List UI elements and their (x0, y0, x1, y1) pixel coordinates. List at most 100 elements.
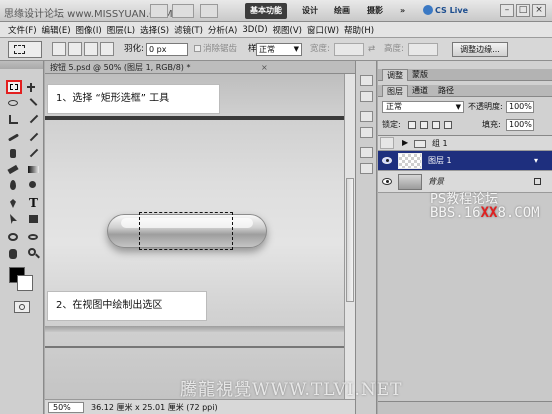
history-brush-tool[interactable] (26, 147, 42, 160)
crop-tool[interactable] (6, 113, 22, 126)
rectangular-marquee-tool[interactable] (6, 80, 22, 94)
arrange-documents-button[interactable] (200, 4, 218, 18)
gradient-tool[interactable] (26, 163, 42, 176)
hand-tool[interactable] (6, 247, 22, 260)
tab-masks[interactable]: 蒙版 (408, 69, 432, 81)
vertical-scrollbar[interactable] (344, 74, 355, 399)
close-button[interactable]: × (532, 4, 546, 17)
scrollbar-thumb[interactable] (346, 178, 354, 302)
path-selection-tool[interactable] (6, 213, 22, 226)
intersect-selection-button[interactable] (100, 42, 114, 56)
workspace-essentials[interactable]: 基本功能 (245, 3, 287, 19)
add-selection-button[interactable] (68, 42, 82, 56)
paragraph-icon[interactable] (360, 163, 373, 174)
screen-mode-button[interactable] (150, 4, 168, 18)
antialias-checkbox[interactable]: 消除锯齿 (194, 38, 237, 61)
zoom-tool[interactable] (26, 247, 42, 260)
swap-icon[interactable]: ⇄ (368, 38, 375, 61)
opacity-input[interactable]: 100% (506, 101, 534, 113)
character-icon[interactable] (360, 147, 373, 158)
blur-tool[interactable] (6, 179, 22, 192)
marquee-selection[interactable] (139, 212, 233, 250)
history-icon[interactable] (360, 75, 373, 86)
document-info[interactable]: 36.12 厘米 x 25.01 厘米 (72 ppi) (91, 400, 218, 414)
lock-all-icon[interactable] (444, 121, 452, 129)
layer-name: 图层 1 (428, 156, 452, 165)
menu-window[interactable]: 窗口(W) (307, 24, 339, 36)
workspace-more-button[interactable]: » (395, 3, 410, 19)
workspace-design[interactable]: 设计 (297, 3, 323, 19)
menu-file[interactable]: 文件(F) (8, 24, 37, 36)
pen-tool[interactable] (6, 197, 22, 210)
tab-adjustments[interactable]: 调整 (382, 69, 408, 81)
document-canvas[interactable]: 1、选择 “矩形选框” 工具 2、在视图中绘制出选区 (45, 74, 344, 399)
tool-preset-picker[interactable] (8, 41, 42, 58)
site-watermark: 思缘设计论坛 www.MISSYUAN.COM (4, 9, 173, 20)
collapsed-panel-dock (355, 61, 377, 414)
menu-edit[interactable]: 编辑(E) (42, 24, 71, 36)
dodge-tool[interactable] (26, 179, 42, 192)
actions-icon[interactable] (360, 91, 373, 102)
zoom-input[interactable]: 50% (48, 402, 84, 413)
tab-paths[interactable]: 路径 (434, 85, 458, 97)
3d-orbit-tool[interactable] (26, 231, 42, 244)
style-select[interactable]: 正常 ▼ (256, 43, 302, 56)
document-tab[interactable]: 按钮 5.psd @ 50% (图层 1, RGB/8) * × (45, 61, 355, 74)
move-tool[interactable] (26, 81, 42, 94)
styles-icon[interactable] (360, 127, 373, 138)
height-label: 高度: (384, 44, 404, 54)
eyedropper-tool[interactable] (26, 113, 42, 126)
watermark-bbs-suffix: 8.COM (497, 205, 540, 221)
width-input[interactable] (334, 43, 364, 56)
healing-brush-tool[interactable] (6, 131, 22, 144)
background-color-swatch[interactable] (17, 275, 33, 291)
maximize-button[interactable]: □ (516, 4, 530, 17)
minimize-button[interactable]: – (500, 4, 514, 17)
clone-stamp-tool[interactable] (6, 147, 22, 160)
expand-arrow-icon[interactable]: ▶ (402, 138, 408, 147)
new-selection-button[interactable] (52, 42, 66, 56)
visibility-toggle[interactable] (380, 137, 394, 149)
lock-transparency-icon[interactable] (408, 121, 416, 129)
menu-analysis[interactable]: 分析(A) (208, 24, 237, 36)
cs-live-button[interactable]: CS Live (423, 3, 475, 19)
eye-icon[interactable] (382, 157, 392, 164)
workspace-painting[interactable]: 绘画 (329, 3, 355, 19)
lock-position-icon[interactable] (432, 121, 440, 129)
quick-mask-button[interactable] (14, 301, 30, 313)
fill-input[interactable]: 100% (506, 119, 534, 131)
menu-3d[interactable]: 3D(D) (242, 25, 267, 35)
workspace-photography[interactable]: 摄影 (362, 3, 388, 19)
tools-panel-header[interactable] (0, 61, 43, 69)
lasso-tool[interactable] (6, 97, 22, 110)
eraser-tool[interactable] (6, 163, 22, 176)
lock-pixels-icon[interactable] (420, 121, 428, 129)
fx-icon[interactable]: ▾ (534, 151, 538, 171)
eye-icon[interactable] (382, 178, 392, 185)
height-input[interactable] (408, 43, 438, 56)
brush-tool[interactable] (26, 131, 42, 144)
refine-edge-button[interactable]: 调整边缘... (452, 42, 508, 57)
close-icon[interactable]: × (261, 61, 268, 74)
menu-image[interactable]: 图像(I) (76, 24, 102, 36)
feather-input[interactable]: 0 px (146, 43, 188, 56)
zoom-level-button[interactable] (172, 4, 194, 18)
subtract-selection-button[interactable] (84, 42, 98, 56)
magic-wand-tool[interactable] (26, 97, 42, 110)
menu-filter[interactable]: 滤镜(T) (174, 24, 203, 36)
menu-view[interactable]: 视图(V) (273, 24, 302, 36)
blend-mode-select[interactable]: 正常 ▼ (382, 101, 464, 113)
swatches-icon[interactable] (360, 111, 373, 122)
menu-layer[interactable]: 图层(L) (107, 24, 135, 36)
shape-tool[interactable] (26, 213, 42, 226)
step-2-callout: 2、在视图中绘制出选区 (47, 291, 207, 321)
menu-help[interactable]: 帮助(H) (344, 24, 374, 36)
tab-channels[interactable]: 通道 (408, 85, 432, 97)
layer-row-group[interactable]: ▶ 组 1 (378, 136, 552, 151)
3d-rotate-tool[interactable] (6, 231, 22, 244)
tab-layers[interactable]: 图层 (382, 85, 408, 97)
type-tool[interactable]: T (26, 196, 42, 210)
layer-row-selected[interactable]: 图层 1 ▾ (378, 151, 552, 171)
menu-select[interactable]: 选择(S) (140, 24, 169, 36)
fill-label: 填充: (482, 120, 501, 129)
